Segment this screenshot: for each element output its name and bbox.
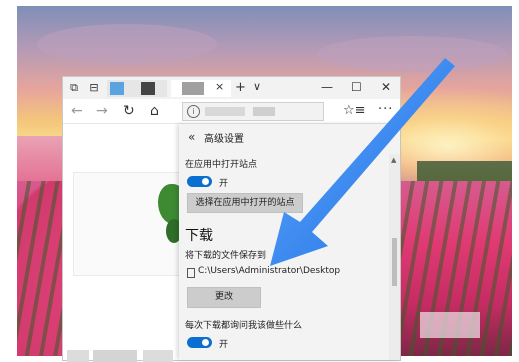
blue-arrow-icon — [270, 58, 455, 266]
watermark — [420, 312, 480, 338]
annotation-arrow — [270, 58, 455, 266]
